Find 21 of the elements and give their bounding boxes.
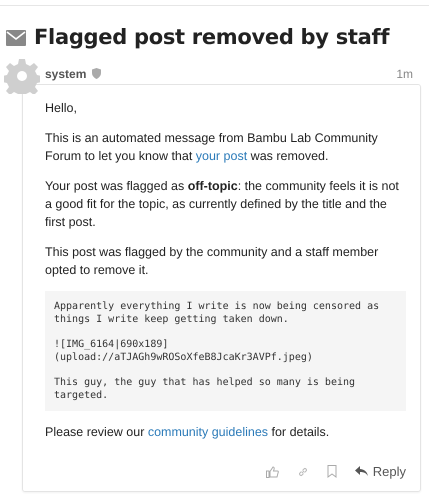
message-paragraph: Your post was flagged as off-topic: the community feels it is not a good fit for the topic, as currently defined by the title and the first post. [45,178,400,230]
bookmark-icon[interactable] [326,465,337,478]
code-text: This guy, the guy that has helped so many is being targeted. [54,376,356,402]
message-paragraph: Please review our community guidelines for details. [45,424,330,440]
gear-icon [4,58,40,94]
code-text: Apparently everything I write is now being censored as things I write keep getting taken down. [54,300,380,326]
link-icon[interactable] [296,466,309,478]
username[interactable]: system [45,64,86,82]
like-icon[interactable] [266,466,279,478]
inline-link[interactable]: community guidelines [148,424,268,438]
post-time[interactable]: 1m [396,64,413,82]
envelope-icon [6,30,26,46]
greeting: Hello, [45,100,78,116]
inline-link[interactable]: your post [196,148,248,162]
code-text: ![IMG_6164|690x189] (upload://aTJAGh9wROSoXfeB8JcaKr3AVPf.jpeg) [54,338,314,364]
message-paragraph: This is an automated message from Bambu Lab Community Forum to let you know that your post was removed. [45,130,379,164]
reply-arrow-icon [354,466,368,477]
shield-icon [92,68,102,79]
message-paragraph: This post was flagged by the community and a staff member opted to remove it. [45,244,380,278]
reply-button[interactable]: Reply [354,462,406,480]
topic-title: Flagged post removed by staff [34,24,390,51]
